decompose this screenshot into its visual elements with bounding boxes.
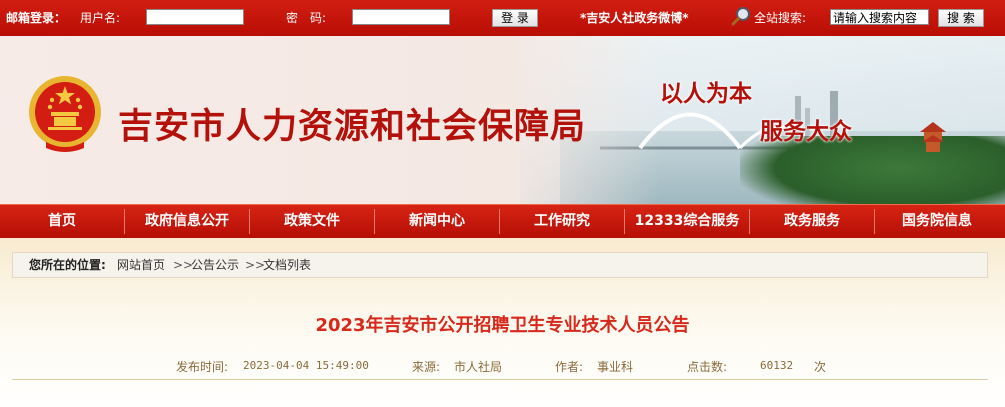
search-label: 全站搜索: — [754, 11, 807, 25]
nav-item-12333[interactable]: 12333综合服务 — [625, 205, 749, 238]
breadcrumb-doc-list-link[interactable]: 文档列表 — [263, 253, 311, 277]
nav-item-policy[interactable]: 政策文件 — [250, 205, 374, 238]
national-emblem-icon — [29, 76, 101, 152]
publish-time: 2023-04-04 15:49:00 — [243, 359, 369, 372]
publish-time-label: 发布时间: — [176, 360, 229, 374]
search-input[interactable] — [830, 9, 929, 25]
username-label: 用户名: — [80, 11, 121, 25]
breadcrumb-label: 您所在的位置: — [29, 258, 106, 272]
slogan-line1: 以人为本 — [660, 80, 752, 107]
nav-item-news[interactable]: 新闻中心 — [375, 205, 499, 238]
password-field[interactable] — [352, 9, 450, 25]
banner-island — [740, 136, 1005, 204]
header-banner: 吉安市人力资源和社会保障局 以人为本 服务大众 — [0, 36, 1005, 204]
search-icon — [731, 6, 753, 32]
nav-item-home[interactable]: 首页 — [0, 205, 124, 238]
breadcrumb-home-link[interactable]: 网站首页 — [117, 253, 165, 277]
nav-item-gov-service[interactable]: 政务服务 — [750, 205, 874, 238]
mailbox-login-label: 邮箱登录： — [6, 11, 67, 25]
pavilion-illustration — [920, 122, 946, 152]
nav-item-state-council[interactable]: 国务院信息 — [875, 205, 999, 238]
weibo-link[interactable]: *吉安人社政务微博* — [580, 10, 689, 26]
password-label: 密 码: — [286, 11, 327, 25]
breadcrumb: 您所在的位置: 网站首页 >> 公告公示 >> 文档列表 — [12, 252, 988, 278]
clicks-value: 60132 — [760, 359, 794, 372]
article-title: 2023年吉安市公开招聘卫生专业技术人员公告 — [315, 315, 690, 336]
clicks-unit: 次 — [814, 360, 827, 374]
clicks-label: 点击数: — [687, 360, 728, 374]
username-field[interactable] — [146, 9, 244, 25]
login-button[interactable]: 登 录 — [492, 9, 538, 27]
source-label: 来源: — [412, 360, 441, 374]
source-value: 市人社局 — [454, 360, 503, 374]
author-value: 事业科 — [597, 360, 634, 374]
slogan-line2: 服务大众 — [760, 118, 852, 145]
nav-item-gov-info[interactable]: 政府信息公开 — [125, 205, 249, 238]
nav-item-research[interactable]: 工作研究 — [500, 205, 624, 238]
main-nav: 首页 政府信息公开 政策文件 新闻中心 工作研究 12333综合服务 政务服务 … — [0, 204, 1005, 238]
author-label: 作者: — [555, 360, 584, 374]
site-title: 吉安市人力资源和社会保障局 — [118, 106, 587, 147]
top-bar: 邮箱登录： 用户名: 密 码: 登 录 *吉安人社政务微博* 全站搜索: 搜 索 — [0, 0, 1005, 36]
breadcrumb-notices-link[interactable]: 公告公示 — [191, 253, 239, 277]
header-divider — [12, 379, 988, 380]
search-button[interactable]: 搜 索 — [938, 9, 984, 27]
